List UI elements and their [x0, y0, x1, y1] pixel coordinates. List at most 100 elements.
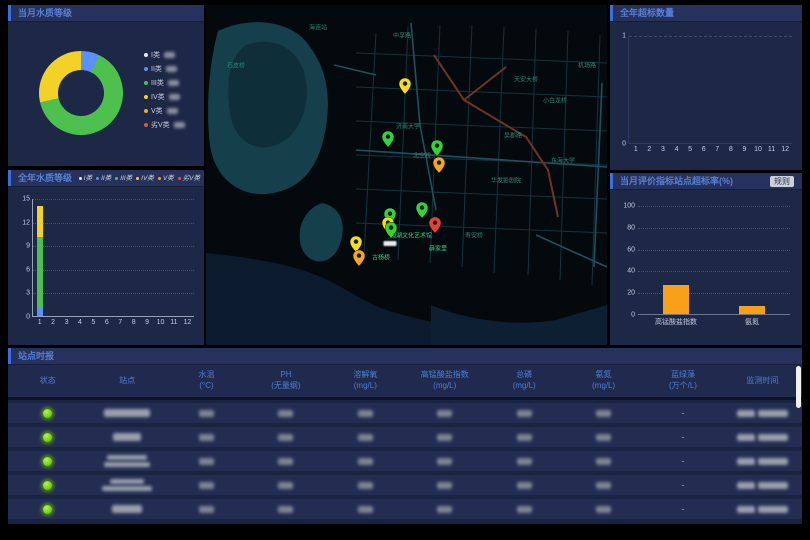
- cell-algae: -: [643, 432, 722, 442]
- cell-value-blurred: [564, 458, 643, 465]
- legend-item: III类: [115, 170, 132, 187]
- y-axis-tick: 0: [14, 314, 30, 321]
- map-label: 东海大学: [551, 156, 575, 165]
- x-axis-tick: 2: [643, 146, 657, 153]
- bar-segment-IV类: [37, 206, 43, 237]
- table-column-header: 蓝绿藻(万个/L): [643, 370, 722, 392]
- panel-station-table: 站点时报 状态站点水温(°C)PH(无量纲)溶解氧(mg/L)高锰酸盐指数(mg…: [8, 348, 802, 524]
- blurred-value: [437, 410, 452, 417]
- y-axis-tick: 12: [14, 219, 30, 226]
- cell-status: [8, 504, 87, 515]
- table-column-header: 站点: [87, 376, 166, 387]
- table-body: - - - - -: [8, 403, 802, 524]
- table-row[interactable]: -: [8, 403, 802, 423]
- x-axis-tick: 5: [87, 319, 100, 326]
- blurred-value: [199, 434, 214, 441]
- bar-segment-III类: [37, 237, 43, 308]
- legend-label: IV类: [141, 170, 154, 187]
- map-label: 石皮桥: [227, 61, 245, 70]
- legend-item: V类: [144, 104, 196, 118]
- map-pin-green[interactable]: [431, 140, 443, 156]
- blurred-date: [737, 410, 755, 417]
- cell-timestamp-blurred: [723, 506, 802, 513]
- legend-dot: [144, 81, 148, 85]
- map-pin-orange[interactable]: [353, 250, 365, 266]
- map-pin-yellow[interactable]: [399, 78, 411, 94]
- blurred-date: [737, 482, 755, 489]
- table-row[interactable]: -: [8, 499, 802, 519]
- month-rate-bar-chart: 020406080100高锰酸盐指数氨氮: [638, 206, 790, 315]
- cell-algae: -: [643, 408, 722, 418]
- bar-chart-legend: I类II类III类IV类V类劣V类: [79, 170, 200, 187]
- table-column-header: 监测时间: [723, 376, 802, 387]
- x-axis-tick: 4: [670, 146, 684, 153]
- gridline: [33, 199, 194, 200]
- panel-year-exceed: 全年超标数量 01123456789101112: [610, 5, 802, 170]
- blurred-text: [112, 505, 142, 513]
- cell-value-blurred: [167, 434, 246, 441]
- x-axis-tick: 4: [73, 319, 86, 326]
- map[interactable]: 石皮桥海连站中孚路天安大桥机场路小白龙桥吴郡路华发影剧院寿安桥东海大学济南大学北…: [206, 5, 607, 345]
- cell-value-blurred: [326, 434, 405, 441]
- table-row[interactable]: -: [8, 427, 802, 447]
- blurred-value: [517, 482, 532, 489]
- map-label: 寿安桥: [465, 231, 483, 240]
- blurred-value: [278, 410, 293, 417]
- cell-value-blurred: [326, 482, 405, 489]
- table-row[interactable]: -: [8, 475, 802, 495]
- x-axis-tick: 1: [629, 146, 643, 153]
- legend-item: 劣V类: [178, 170, 200, 187]
- rule-button[interactable]: 规则: [770, 176, 794, 187]
- table-row[interactable]: -: [8, 451, 802, 471]
- cell-value-blurred: [484, 506, 563, 513]
- table-scrollbar-thumb[interactable]: [796, 366, 801, 408]
- legend-dot: [144, 95, 148, 99]
- map-pin-orange[interactable]: [433, 157, 445, 173]
- blurred-value: [199, 458, 214, 465]
- table-column-header: 状态: [8, 376, 87, 387]
- blurred-time: [758, 506, 788, 513]
- blurred-value: [596, 482, 611, 489]
- status-dot-green: [42, 480, 53, 491]
- blurred-time: [758, 458, 788, 465]
- map-label: 华发影剧院: [491, 176, 521, 185]
- map-pin-red[interactable]: [429, 217, 441, 233]
- y-axis-tick: 1: [610, 33, 626, 40]
- map-pin-green[interactable]: [416, 202, 428, 218]
- map-label: 机场路: [578, 61, 596, 70]
- blurred-text: [104, 462, 150, 467]
- panel-year-quality-title: 全年水质等级 I类II类III类IV类V类劣V类: [8, 170, 204, 187]
- x-axis-tick: 9: [140, 319, 153, 326]
- map-label: 小白龙桥: [543, 96, 567, 105]
- status-dot-green: [42, 408, 53, 419]
- cell-value-blurred: [167, 506, 246, 513]
- status-dot-green: [42, 432, 53, 443]
- blurred-date: [737, 458, 755, 465]
- legend-item: II类: [144, 62, 196, 76]
- title-accent-bar: [8, 170, 11, 186]
- map-pin-green[interactable]: [385, 222, 397, 238]
- x-axis-tick: 10: [751, 146, 765, 153]
- x-axis-labels: 123456789101112: [629, 146, 792, 153]
- y-axis-tick: 80: [619, 224, 635, 231]
- blurred-value: [199, 506, 214, 513]
- y-axis-tick: 100: [619, 203, 635, 210]
- table-column-header: 溶解氧(mg/L): [326, 370, 405, 392]
- cell-value-blurred: [167, 410, 246, 417]
- panel-title: 当月水质等级: [18, 8, 72, 18]
- cell-value-blurred: [405, 410, 484, 417]
- map-pin-green[interactable]: [382, 131, 394, 147]
- algae-dash: -: [681, 480, 684, 490]
- cell-value-blurred: [167, 482, 246, 489]
- blurred-value: [437, 482, 452, 489]
- blurred-value: [596, 506, 611, 513]
- rate-bar-2: [739, 306, 765, 314]
- legend-dot: [144, 53, 148, 57]
- donut-legend: I类II类III类IV类V类劣V类: [144, 48, 196, 132]
- y-axis-tick: 3: [14, 290, 30, 297]
- month-quality-donut-chart: [39, 51, 123, 135]
- legend-label: I类: [84, 170, 92, 187]
- cell-value-blurred: [405, 458, 484, 465]
- cell-station-name-blurred: [87, 409, 166, 417]
- blurred-time: [758, 410, 788, 417]
